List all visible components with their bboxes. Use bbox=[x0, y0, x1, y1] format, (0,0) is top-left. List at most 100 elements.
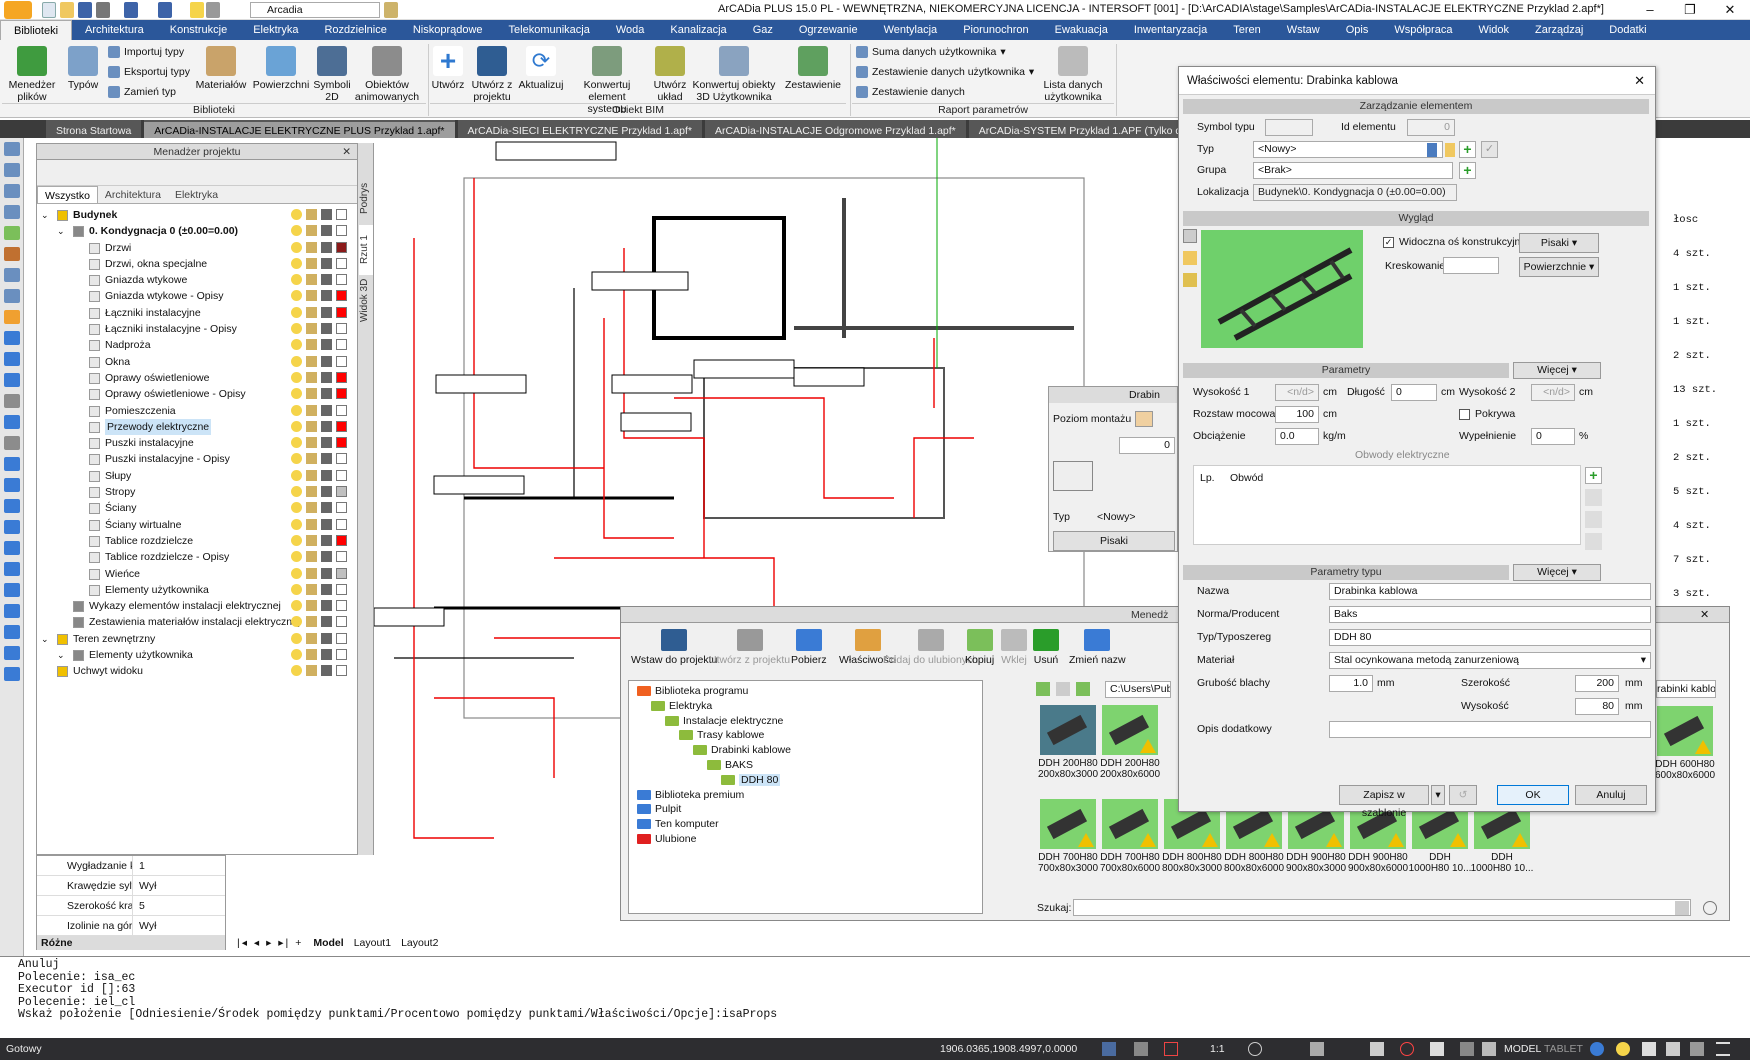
search-options-icon[interactable] bbox=[1703, 901, 1717, 915]
convert-3d-button[interactable]: Konwertuj obiekty 3D Użytkownika bbox=[692, 46, 776, 103]
tree-item[interactable]: Drzwi bbox=[37, 240, 357, 256]
ok-button[interactable]: OK bbox=[1497, 785, 1569, 805]
side-tab[interactable]: Podrys bbox=[359, 173, 373, 223]
library-tree-item[interactable]: Elektryka bbox=[651, 700, 712, 712]
tree-item[interactable]: Uchwyt widoku bbox=[37, 663, 357, 679]
mini-value[interactable]: 0 bbox=[1119, 437, 1175, 454]
tree-item[interactable]: Łączniki instalacyjne bbox=[37, 305, 357, 321]
type-select[interactable]: <Nowy> bbox=[1253, 141, 1443, 158]
tool-icon[interactable] bbox=[3, 625, 20, 639]
lock-icon[interactable] bbox=[306, 518, 317, 530]
ribbon-tab-11[interactable]: Wentylacja bbox=[871, 20, 951, 40]
tool-icon[interactable] bbox=[3, 331, 20, 345]
tool-icon[interactable] bbox=[3, 289, 20, 303]
tool-icon[interactable] bbox=[3, 478, 20, 492]
print-icon[interactable] bbox=[321, 534, 332, 546]
lock-icon[interactable] bbox=[306, 388, 317, 400]
restore-button[interactable]: ❐ bbox=[1670, 0, 1710, 20]
lock-icon[interactable] bbox=[306, 632, 317, 644]
visibility-bulb-icon[interactable] bbox=[291, 518, 302, 530]
ribbon-tab-14[interactable]: Inwentaryzacja bbox=[1121, 20, 1220, 40]
tool-icon[interactable] bbox=[3, 562, 20, 576]
print-icon[interactable] bbox=[321, 632, 332, 644]
menu-icon[interactable] bbox=[1716, 1042, 1730, 1056]
tool-icon[interactable] bbox=[3, 205, 20, 219]
tree-item[interactable]: ⌄ 0. Kondygnacja 0 (±0.00=0.00) bbox=[37, 223, 357, 239]
description-field[interactable] bbox=[1329, 721, 1651, 738]
tool-icon[interactable] bbox=[3, 499, 20, 513]
visibility-bulb-icon[interactable] bbox=[291, 567, 302, 579]
data-statement-button[interactable]: Zestawienie danych bbox=[856, 86, 965, 98]
visibility-bulb-icon[interactable] bbox=[291, 600, 302, 612]
tool-icon[interactable] bbox=[3, 184, 20, 198]
expand-icon[interactable]: ⌄ bbox=[57, 647, 65, 663]
dyn-icon[interactable] bbox=[1430, 1042, 1444, 1056]
tree-item[interactable]: Okna bbox=[37, 354, 357, 370]
qp-icon[interactable] bbox=[1460, 1042, 1474, 1056]
osnap-icon[interactable] bbox=[1310, 1042, 1324, 1056]
type-bulb-icon[interactable] bbox=[1445, 143, 1455, 157]
property-row[interactable]: Izolinie na górze Wył bbox=[37, 916, 225, 936]
user-data-sum-button[interactable]: Suma danych użytkownika ▾ bbox=[856, 46, 1006, 58]
print-icon[interactable] bbox=[321, 306, 332, 318]
lock-icon[interactable] bbox=[306, 665, 317, 677]
close-window-button[interactable]: ✕ bbox=[1710, 0, 1750, 20]
library-tree-item[interactable]: Ulubione bbox=[637, 833, 696, 845]
visibility-bulb-icon[interactable] bbox=[291, 551, 302, 563]
library-close-icon[interactable]: ✕ bbox=[1700, 608, 1709, 621]
color-swatch[interactable] bbox=[336, 323, 347, 335]
document-tab[interactable]: ArCADia-INSTALACJE Odgromowe Przyklad 1.… bbox=[704, 120, 966, 138]
print-icon[interactable] bbox=[321, 437, 332, 449]
library-tree-item[interactable]: Drabinki kablowe bbox=[693, 744, 791, 756]
ribbon-tab-9[interactable]: Gaz bbox=[740, 20, 786, 40]
ribbon-tab-17[interactable]: Opis bbox=[1333, 20, 1382, 40]
element-id-field[interactable]: 0 bbox=[1407, 119, 1455, 136]
visibility-bulb-icon[interactable] bbox=[291, 323, 302, 335]
visibility-bulb-icon[interactable] bbox=[291, 453, 302, 465]
color-swatch[interactable] bbox=[336, 404, 347, 416]
library-tree-item[interactable]: Biblioteka premium bbox=[637, 789, 744, 801]
ribbon-tab-13[interactable]: Ewakuacja bbox=[1042, 20, 1121, 40]
camera-icon[interactable] bbox=[1183, 229, 1197, 243]
cleanscreen-icon[interactable] bbox=[1642, 1042, 1656, 1056]
color-swatch[interactable] bbox=[336, 257, 347, 269]
forward-icon[interactable] bbox=[1056, 682, 1070, 696]
library-path[interactable]: C:\Users\Public\ bbox=[1105, 681, 1171, 698]
property-row[interactable]: Wygładzanie kr... 1 bbox=[37, 856, 225, 876]
lock-icon[interactable] bbox=[306, 534, 317, 546]
print-icon[interactable] bbox=[321, 518, 332, 530]
visibility-bulb-icon[interactable] bbox=[291, 388, 302, 400]
ribbon-tab-16[interactable]: Wstaw bbox=[1274, 20, 1333, 40]
document-tab[interactable]: ArCADia-INSTALACJE ELEKTRYCZNE PLUS Przy… bbox=[144, 120, 455, 138]
ribbon-tab-10[interactable]: Ogrzewanie bbox=[786, 20, 871, 40]
cover-checkbox[interactable] bbox=[1459, 409, 1470, 420]
visibility-bulb-icon[interactable] bbox=[291, 486, 302, 498]
print-icon[interactable] bbox=[321, 274, 332, 286]
color-swatch[interactable] bbox=[336, 388, 347, 400]
color-swatch[interactable] bbox=[336, 355, 347, 367]
tree-item[interactable]: Tablice rozdzielcze bbox=[37, 533, 357, 549]
tool-icon[interactable] bbox=[3, 604, 20, 618]
print-icon[interactable] bbox=[321, 257, 332, 269]
print-icon[interactable] bbox=[321, 388, 332, 400]
section-management[interactable]: Zarządzanie elementem bbox=[1183, 99, 1649, 114]
layer-combo[interactable]: Arcadia bbox=[250, 2, 380, 18]
print-icon[interactable] bbox=[321, 583, 332, 595]
series-field[interactable]: DDH 80 bbox=[1329, 629, 1651, 646]
color-swatch[interactable] bbox=[336, 486, 347, 498]
library-thumb[interactable]: DDH 700H80 700x80x6000 bbox=[1097, 799, 1163, 874]
tree-item[interactable]: ⌄ Budynek bbox=[37, 207, 357, 223]
layer-props-icon[interactable] bbox=[384, 2, 398, 18]
axis-visible-checkbox[interactable]: ✓ bbox=[1383, 237, 1394, 248]
color-swatch[interactable] bbox=[336, 290, 347, 302]
folder-icon[interactable] bbox=[1183, 251, 1197, 265]
lock-icon[interactable] bbox=[306, 339, 317, 351]
tree-item[interactable]: ⌄ Teren zewnętrzny bbox=[37, 631, 357, 647]
lock-icon[interactable] bbox=[306, 453, 317, 465]
statement-button[interactable]: Zestawienie bbox=[782, 46, 844, 91]
visibility-bulb-icon[interactable] bbox=[291, 209, 302, 220]
print-icon[interactable] bbox=[321, 371, 332, 383]
library-tree-item[interactable]: Trasy kablowe bbox=[679, 729, 764, 741]
length-field[interactable]: 0 bbox=[1391, 384, 1437, 401]
color-swatch[interactable] bbox=[336, 339, 347, 351]
